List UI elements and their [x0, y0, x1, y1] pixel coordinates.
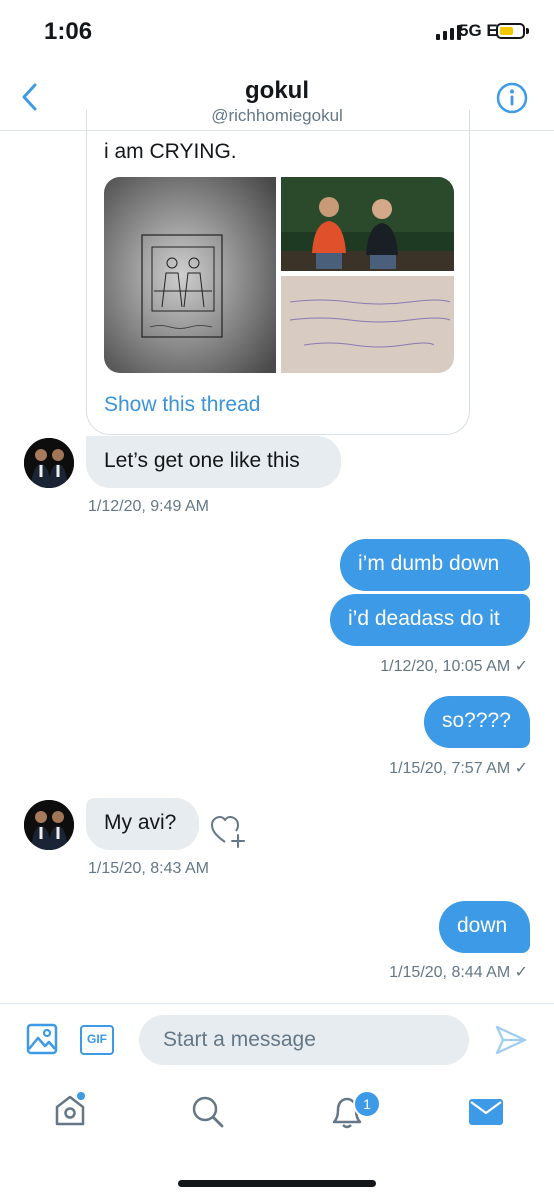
info-button[interactable] [496, 82, 528, 114]
message-timestamp: 1/12/20, 10:05 AM ✓ [380, 658, 528, 675]
notification-badge: 1 [353, 1090, 381, 1118]
outgoing-message[interactable]: down [439, 901, 530, 953]
like-message-button[interactable] [210, 814, 246, 848]
message-timestamp: 1/15/20, 7:57 AM ✓ [389, 760, 528, 777]
search-icon [192, 1096, 224, 1128]
avatar[interactable] [24, 800, 74, 850]
mail-icon [469, 1099, 503, 1125]
message-timestamp: 1/12/20, 9:49 AM [88, 498, 209, 515]
gif-icon: GIF [87, 1032, 107, 1046]
show-thread-link[interactable]: Show this thread [104, 393, 260, 417]
avatar-image [24, 438, 74, 488]
tattoo-photo[interactable] [104, 177, 276, 373]
incoming-message[interactable]: My avi? [86, 798, 199, 850]
outgoing-message[interactable]: i’m dumb down [340, 539, 530, 591]
message-timestamp: 1/15/20, 8:44 AM ✓ [389, 964, 528, 981]
signal-icon [436, 25, 461, 40]
add-gif-button[interactable]: GIF [80, 1025, 114, 1055]
battery-icon [496, 23, 525, 39]
network-type: 5G E [459, 21, 498, 40]
message-timestamp: 1/15/20, 8:43 AM [88, 860, 209, 877]
quoted-tweet-text: i am CRYING. [104, 140, 237, 163]
outgoing-message[interactable]: so???? [424, 696, 530, 748]
handwritten-note-photo[interactable] [281, 276, 454, 373]
avatar[interactable] [24, 438, 74, 488]
status-time: 1:06 [44, 18, 93, 45]
send-button[interactable] [494, 1024, 528, 1056]
tab-messages[interactable] [468, 1096, 504, 1128]
info-icon [496, 82, 528, 114]
tweet-media-grid[interactable] [104, 177, 454, 373]
battery-nub [526, 28, 529, 34]
image-icon [26, 1023, 58, 1055]
send-icon [495, 1025, 527, 1055]
conversation-title: gokul [245, 77, 309, 104]
friends-photo[interactable] [281, 177, 454, 271]
outgoing-message[interactable]: i’d deadass do it [330, 594, 530, 646]
composer-divider [0, 1003, 554, 1004]
home-indicator [178, 1180, 376, 1187]
avatar-image [24, 800, 74, 850]
tab-home[interactable] [52, 1092, 88, 1128]
home-icon [55, 1092, 85, 1126]
like-add-icon [211, 816, 245, 848]
message-input[interactable]: Start a message [139, 1015, 469, 1065]
incoming-message[interactable]: Let’s get one like this [86, 436, 341, 488]
add-photo-button[interactable] [26, 1023, 58, 1055]
tab-search[interactable] [190, 1094, 226, 1130]
